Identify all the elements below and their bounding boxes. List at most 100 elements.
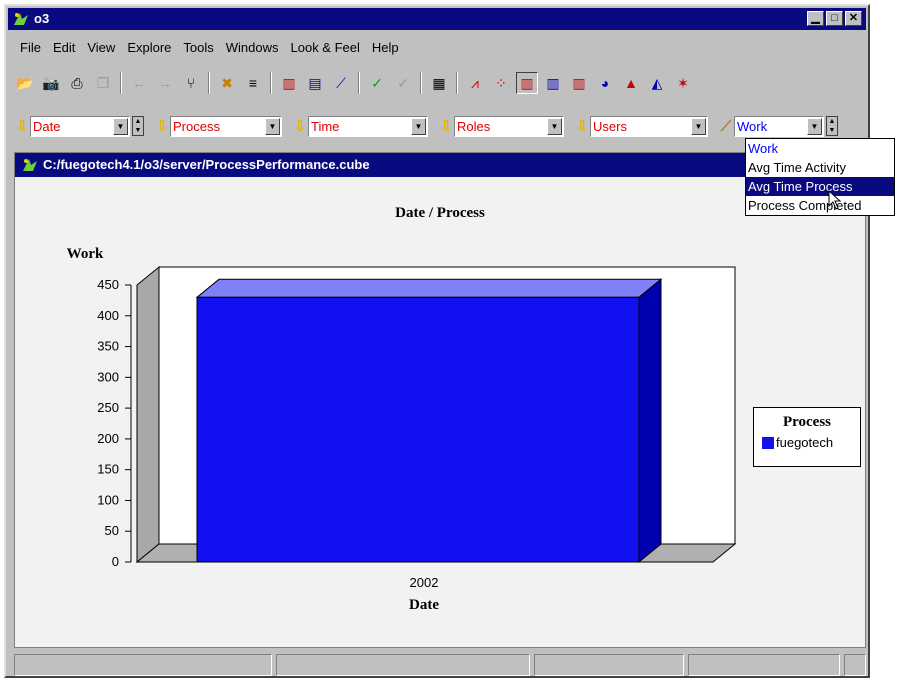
- dimension-process: ⇩ Process ▼: [154, 115, 282, 137]
- tree-icon[interactable]: ⑂: [180, 72, 202, 94]
- date-combo-value: Date: [33, 118, 61, 134]
- chart-area: Date / Process 0 50 100 150 200 250 300 350 400 4…: [15, 177, 865, 647]
- roles-combo[interactable]: Roles ▼: [454, 115, 564, 137]
- legend: Process fuegotech: [753, 407, 861, 467]
- y-tick-label: 350: [97, 339, 119, 354]
- title-bar[interactable]: o3 ▁ □ ✕: [8, 8, 866, 30]
- line-graph-icon[interactable]: ⩘: [464, 72, 486, 94]
- maximize-button[interactable]: □: [826, 11, 843, 26]
- process-combo[interactable]: Process ▼: [170, 115, 282, 137]
- legend-item: fuegotech: [762, 435, 860, 450]
- status-panel: [14, 654, 272, 676]
- chevron-down-icon[interactable]: ▼: [691, 117, 706, 135]
- spinner-icon[interactable]: ▲ ▼: [132, 116, 144, 136]
- menu-file[interactable]: File: [14, 40, 47, 55]
- drill-arrow-icon[interactable]: ⇩: [14, 117, 30, 135]
- toolbar-separator: [270, 72, 272, 94]
- scatter-icon[interactable]: ⁘: [490, 72, 512, 94]
- drill-arrow-icon[interactable]: ⇩: [292, 117, 308, 135]
- check-icon[interactable]: ✓: [366, 72, 388, 94]
- bar3d-stacked-icon[interactable]: ▥: [568, 72, 590, 94]
- status-bar: [14, 654, 866, 678]
- area3d-icon[interactable]: ◭: [646, 72, 668, 94]
- y-tick-label: 100: [97, 492, 119, 507]
- uncheck-icon[interactable]: ✓: [392, 72, 414, 94]
- y-tick-label: 50: [105, 523, 119, 538]
- pie-chart-icon[interactable]: ◕: [594, 72, 616, 94]
- cube-icon: [23, 159, 37, 171]
- chart-window-title-bar[interactable]: C:/fuegotech4.1/o3/server/ProcessPerform…: [15, 153, 865, 177]
- toolbar-separator: [420, 72, 422, 94]
- drill-arrow-icon[interactable]: ⇩: [154, 117, 170, 135]
- main-window: o3 ▁ □ ✕ File Edit View Explore Tools Wi…: [4, 4, 870, 678]
- mouse-cursor-icon: [828, 190, 842, 210]
- bar3d-grouped-icon[interactable]: ▥: [542, 72, 564, 94]
- measure-option[interactable]: Avg Time Process: [746, 177, 894, 196]
- bar-top: [195, 278, 663, 298]
- window-title: o3: [34, 11, 50, 26]
- menu-tools[interactable]: Tools: [177, 40, 219, 55]
- status-panel: [844, 654, 866, 676]
- grid-icon[interactable]: ▦: [428, 72, 450, 94]
- dimension-time: ⇩ Time ▼: [292, 115, 428, 137]
- y-tick-label: 300: [97, 369, 119, 384]
- stacked-bar-icon[interactable]: ▤: [304, 72, 326, 94]
- chevron-down-icon[interactable]: ▼: [547, 117, 562, 135]
- y-tick-label: 150: [97, 462, 119, 477]
- table-view-icon[interactable]: ≡: [242, 72, 264, 94]
- chevron-down-icon[interactable]: ▼: [113, 117, 128, 135]
- dimension-users: ⇩ Users ▼: [574, 115, 708, 137]
- x-tick-label: 2002: [410, 575, 439, 590]
- bar-chart-icon[interactable]: ▥: [278, 72, 300, 94]
- y-tick-label: 0: [112, 554, 119, 569]
- menu-view[interactable]: View: [81, 40, 121, 55]
- plot-side-wall: [136, 265, 160, 564]
- forward-arrow-icon[interactable]: →: [154, 72, 176, 94]
- open-folder-icon[interactable]: 📂: [14, 72, 36, 94]
- measure-combo[interactable]: Work ▼: [734, 115, 824, 137]
- chevron-down-icon[interactable]: ▼: [265, 117, 280, 135]
- drill-arrow-icon[interactable]: ⇩: [574, 117, 590, 135]
- measure-option[interactable]: Work: [746, 139, 894, 158]
- users-combo[interactable]: Users ▼: [590, 115, 708, 137]
- print-icon[interactable]: ⎙: [66, 72, 88, 94]
- menu-edit[interactable]: Edit: [47, 40, 81, 55]
- toolbar-separator: [208, 72, 210, 94]
- ruler-icon: ⟋: [720, 117, 732, 135]
- minimize-button[interactable]: ▁: [807, 11, 824, 26]
- dimension-bar: ⇩ Date ▼ ▲ ▼ ⇩ Process ▼ ⇩ Time ▼ ⇩ Roles: [14, 114, 848, 138]
- bar-chart: 0 50 100 150 200 250 300 350 400 450 Work 2002 Date: [67, 246, 737, 613]
- menu-look-and-feel[interactable]: Look & Feel: [285, 40, 366, 55]
- date-combo[interactable]: Date ▼: [30, 115, 130, 137]
- x-axis-label: Date: [409, 597, 439, 613]
- spinner-icon[interactable]: ▲ ▼: [826, 116, 838, 136]
- area-chart-icon[interactable]: ▲: [620, 72, 642, 94]
- menu-help[interactable]: Help: [366, 40, 405, 55]
- y-tick-label: 250: [97, 400, 119, 415]
- legend-title: Process: [782, 414, 832, 430]
- radar-icon[interactable]: ✶: [672, 72, 694, 94]
- drill-arrow-icon[interactable]: ⇩: [438, 117, 454, 135]
- dimension-roles: ⇩ Roles ▼: [438, 115, 564, 137]
- measure-selector: ⟋ Work ▼ ▲ ▼: [718, 115, 838, 137]
- menu-windows[interactable]: Windows: [220, 40, 285, 55]
- toolbar-separator: [358, 72, 360, 94]
- measure-option[interactable]: Process Completed: [746, 196, 894, 215]
- bar3d-icon[interactable]: ▥: [516, 72, 538, 94]
- back-arrow-icon[interactable]: ←: [128, 72, 150, 94]
- chevron-down-icon[interactable]: ▼: [807, 117, 822, 135]
- camera-icon[interactable]: 📷: [40, 72, 62, 94]
- swap-axes-icon[interactable]: ✖: [216, 72, 238, 94]
- users-combo-value: Users: [593, 118, 627, 134]
- measure-combo-value: Work: [737, 118, 768, 134]
- close-button[interactable]: ✕: [845, 11, 862, 26]
- menu-bar: File Edit View Explore Tools Windows Loo…: [14, 40, 405, 55]
- copy-icon[interactable]: ❐: [92, 72, 114, 94]
- chevron-down-icon[interactable]: ▼: [411, 117, 426, 135]
- time-combo[interactable]: Time ▼: [308, 115, 428, 137]
- menu-explore[interactable]: Explore: [121, 40, 177, 55]
- roles-combo-value: Roles: [457, 118, 491, 134]
- bar: [196, 296, 640, 563]
- line-chart-icon[interactable]: ⟋: [330, 72, 352, 94]
- measure-option[interactable]: Avg Time Activity: [746, 158, 894, 177]
